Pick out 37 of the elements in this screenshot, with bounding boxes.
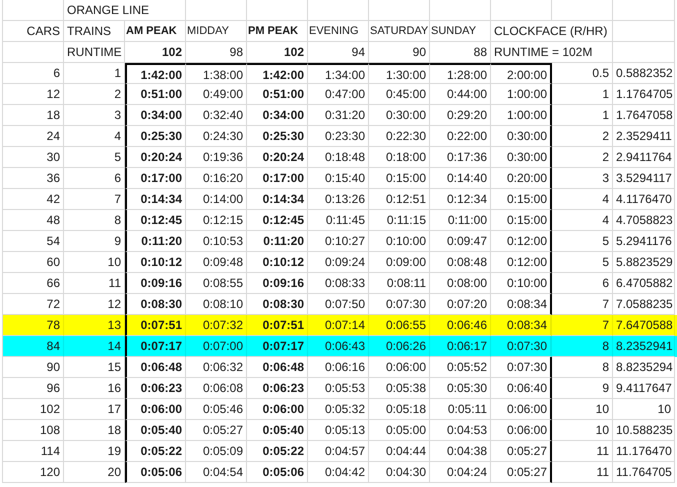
sheet-title: ORANGE LINE	[64, 0, 186, 21]
table-cell: 11	[552, 462, 613, 483]
table-cell: 0:05:06	[247, 462, 308, 483]
empty-cell	[613, 0, 675, 21]
empty-cell	[491, 0, 552, 21]
empty-cell	[552, 0, 613, 21]
column-header: PM PEAK	[247, 21, 308, 42]
column-header: EVENING	[308, 21, 369, 42]
table-cell: 88	[430, 42, 491, 63]
table-cell: 0:04:24	[430, 462, 491, 483]
table-cell: 98	[186, 42, 247, 63]
table-cell: 0:04:42	[308, 462, 369, 483]
table-cell: 120	[3, 462, 64, 483]
column-header: SUNDAY	[430, 21, 491, 42]
empty-cell	[308, 0, 369, 21]
empty-cell	[369, 0, 430, 21]
empty-cell	[247, 0, 308, 21]
empty-cell	[613, 21, 675, 42]
table-cell: 102	[125, 42, 186, 63]
table-cell: 0:04:54	[186, 462, 247, 483]
column-header: AM PEAK	[125, 21, 186, 42]
table-cell: 102	[247, 42, 308, 63]
column-header: CLOCKFACE (R/HR)	[491, 21, 613, 42]
column-header: CARS	[3, 21, 64, 42]
table-cell: 0:05:27	[491, 462, 552, 483]
table-cell: 20	[64, 462, 125, 483]
empty-cell	[3, 0, 64, 21]
column-header: TRAINS	[64, 21, 125, 42]
column-header: MIDDAY	[186, 21, 247, 42]
table-cell: 94	[308, 42, 369, 63]
empty-cell	[430, 0, 491, 21]
table-cell: 11.764705	[613, 462, 675, 483]
table-cell: 90	[369, 42, 430, 63]
table-cell: 0:04:30	[369, 462, 430, 483]
table-cell: 0:05:06	[125, 462, 186, 483]
column-header: SATURDAY	[369, 21, 430, 42]
empty-cell	[186, 0, 247, 21]
